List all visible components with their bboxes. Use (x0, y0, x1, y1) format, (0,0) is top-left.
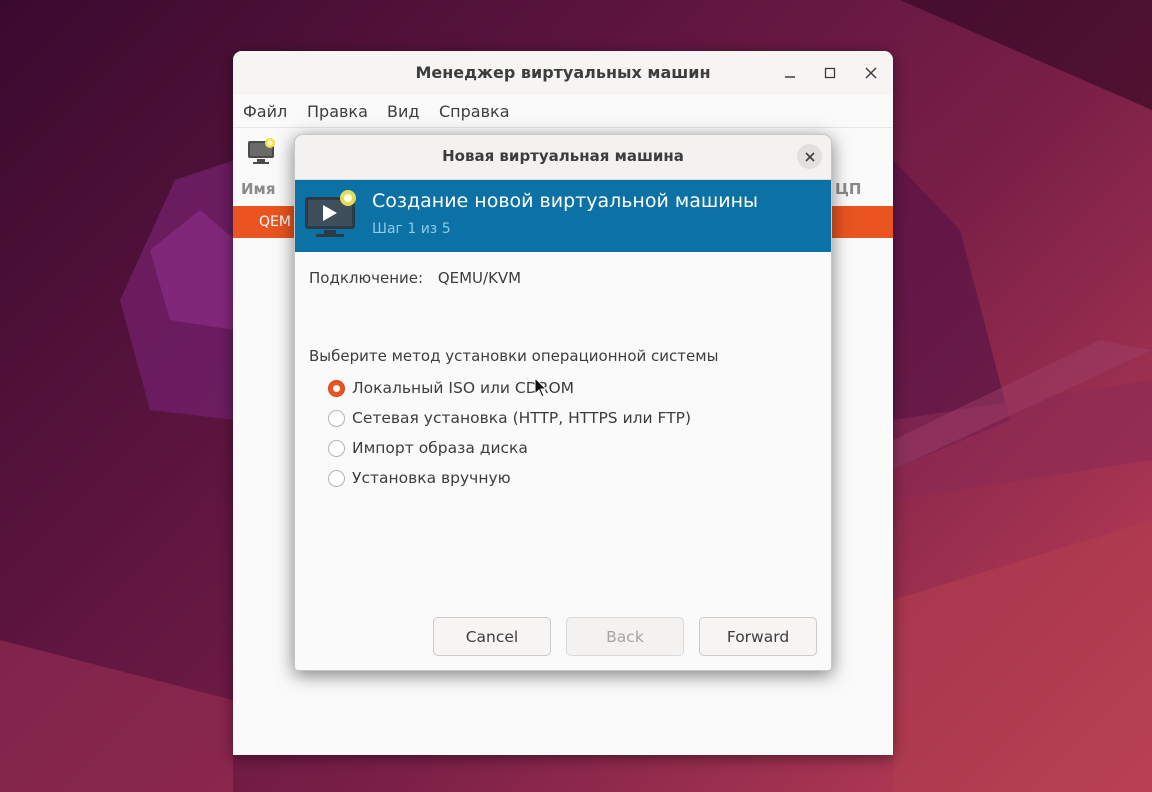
dialog-close-icon[interactable] (797, 144, 822, 169)
vm-name: QEM (259, 214, 291, 230)
new-vm-icon (304, 189, 360, 243)
column-cpu-header[interactable]: ЦП (835, 180, 861, 198)
wizard-banner: Создание новой виртуальной машины Шаг 1 … (295, 180, 831, 252)
desktop: Менеджер виртуальных машин Файл Правка В… (0, 0, 1152, 792)
menu-file[interactable]: Файл (243, 102, 287, 121)
radio-label: Сетевая установка (HTTP, HTTPS или FTP) (352, 409, 692, 427)
menu-edit[interactable]: Правка (307, 102, 368, 121)
radio-button[interactable] (328, 469, 345, 487)
radio-import-disk[interactable]: Импорт образа диска (328, 437, 528, 459)
menubar: Файл Правка Вид Справка (233, 95, 893, 127)
dialog-titlebar[interactable]: Новая виртуальная машина (295, 135, 831, 180)
mouse-pointer-icon (534, 377, 548, 398)
connection-label: Подключение: (309, 269, 424, 287)
menu-view[interactable]: Вид (387, 102, 419, 121)
maximize-icon[interactable] (819, 62, 841, 84)
back-button[interactable]: Back (566, 617, 684, 656)
banner-title: Создание новой виртуальной машины (372, 190, 759, 212)
radio-network-install[interactable]: Сетевая установка (HTTP, HTTPS или FTP) (328, 407, 691, 429)
radio-manual-install[interactable]: Установка вручную (328, 467, 511, 489)
radio-button[interactable] (328, 409, 345, 427)
radio-button-checked[interactable] (328, 379, 345, 397)
radio-label: Установка вручную (352, 469, 511, 487)
new-vm-icon[interactable] (247, 138, 277, 170)
minimize-icon[interactable] (779, 62, 801, 84)
step-indicator: Шаг 1 из 5 (372, 221, 451, 237)
connection-value: QEMU/KVM (437, 269, 522, 287)
new-vm-dialog: Новая виртуальная машина Создание новой … (294, 134, 832, 671)
close-icon[interactable] (860, 62, 882, 84)
window-titlebar[interactable]: Менеджер виртуальных машин (233, 51, 893, 96)
cancel-button[interactable]: Cancel (433, 617, 551, 656)
radio-button[interactable] (328, 439, 345, 457)
connection-row: Подключение: QEMU/KVM (309, 269, 521, 287)
column-name-header[interactable]: Имя (241, 180, 275, 198)
radio-label: Импорт образа диска (352, 439, 528, 457)
install-method-label: Выберите метод установки операционной си… (309, 347, 719, 365)
forward-button[interactable]: Forward (699, 617, 817, 656)
dialog-title: Новая виртуальная машина (442, 147, 684, 165)
menu-help[interactable]: Справка (439, 102, 510, 121)
